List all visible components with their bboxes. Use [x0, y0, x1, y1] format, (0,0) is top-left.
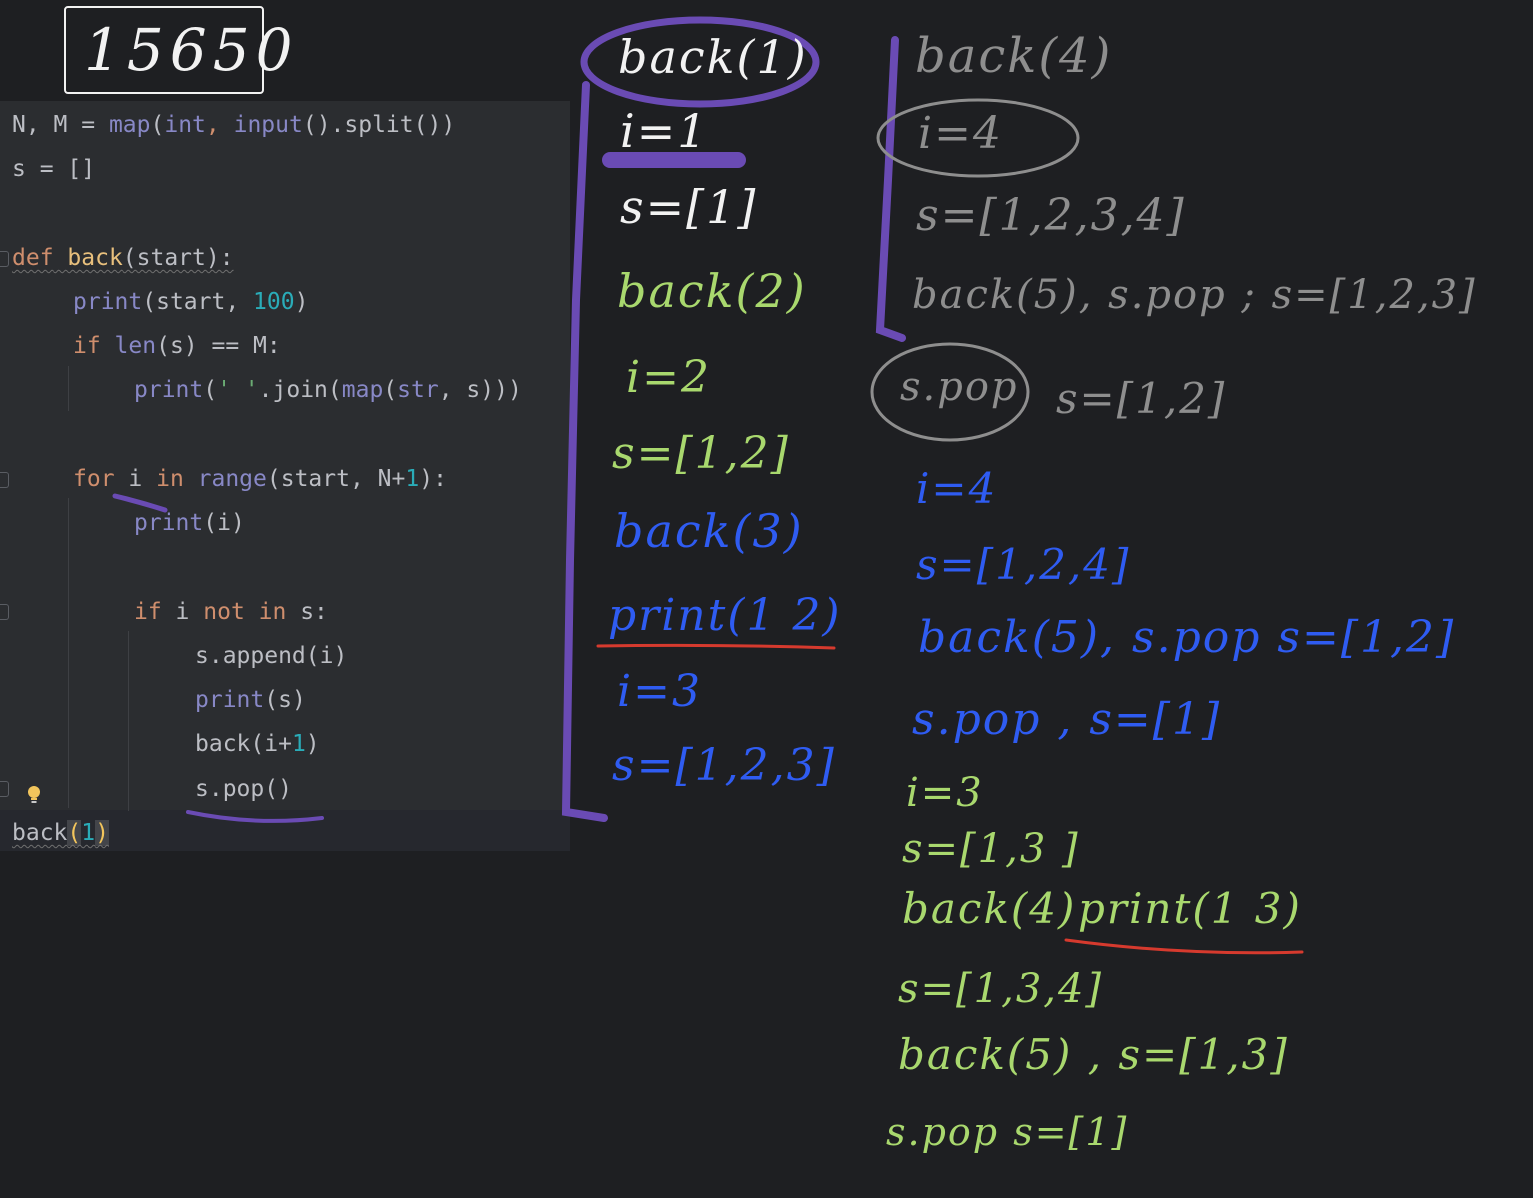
red-underline — [1064, 938, 1304, 955]
problem-number: 15650 — [84, 16, 299, 84]
note-back5-pop-blue: back(5), s.pop s=[1,2] — [918, 612, 1456, 663]
code-line-17: back(1) — [12, 820, 109, 846]
note-back4-green: back(4) — [902, 884, 1077, 933]
note-spop-s1: s.pop , s=[1] — [912, 694, 1222, 745]
lightbulb-icon[interactable] — [26, 785, 42, 805]
code-line-15: back(i+1) — [195, 731, 320, 757]
note-s13: s=[1,3 ] — [902, 826, 1080, 872]
note-s12-gray: s=[1,2] — [1056, 374, 1227, 423]
fold-marker[interactable] — [0, 251, 9, 267]
note-i3: i=3 — [617, 666, 702, 717]
note-back5-pop: back(5), s.pop ; s=[1,2,3] — [912, 272, 1477, 318]
note-s124: s=[1,2,4] — [916, 540, 1131, 589]
note-spop-s1-green: s.pop s=[1] — [886, 1110, 1129, 1154]
note-print13: print(1 3) — [1078, 884, 1302, 933]
indent-guide — [128, 631, 129, 811]
note-back1: back(1) — [618, 30, 808, 84]
note-i4: i=4 — [918, 108, 1003, 159]
code-line-9: for i in range(start, N+1): — [73, 466, 447, 492]
note-s12: s=[1,2] — [612, 428, 790, 479]
code-line-7: print(' '.join(map(str, s))) — [134, 377, 522, 403]
note-i3-green: i=3 — [906, 770, 984, 816]
code-line-10: print(i) — [134, 510, 245, 536]
note-i1: i=1 — [620, 104, 709, 158]
red-underline — [596, 643, 836, 650]
note-s134: s=[1,3,4] — [898, 966, 1104, 1012]
problem-number-box: 15650 — [64, 6, 293, 94]
note-s123: s=[1,2,3] — [612, 740, 836, 791]
note-back3: back(3) — [614, 504, 804, 558]
code-line-12: if i not in s: — [134, 599, 328, 625]
fold-marker[interactable] — [0, 604, 9, 620]
code-line-5: print(start, 100) — [73, 289, 309, 315]
code-line-16: s.pop() — [195, 776, 292, 802]
code-line-14: print(s) — [195, 687, 306, 713]
indent-guide — [68, 366, 69, 411]
code-line-13: s.append(i) — [195, 643, 348, 669]
note-back2: back(2) — [617, 264, 807, 318]
note-s1234: s=[1,2,3,4] — [916, 190, 1186, 241]
note-i2: i=2 — [626, 352, 711, 403]
note-s1: s=[1] — [620, 180, 758, 234]
note-back4: back(4) — [915, 28, 1113, 84]
fold-marker[interactable] — [0, 781, 9, 797]
code-line-4: def back(start): — [12, 245, 234, 271]
note-spop: s.pop — [900, 364, 1019, 410]
code-editor[interactable]: N, M = map(int, input().split()) s = [] … — [0, 101, 570, 851]
note-i4-blue: i=4 — [916, 464, 998, 513]
purple-bracket-right — [875, 36, 906, 342]
fold-marker[interactable] — [0, 472, 9, 488]
note-print12: print(1 2) — [608, 590, 842, 641]
screenshot: 15650 N, M = map(int, input().split()) s… — [0, 0, 1533, 1198]
code-line-1: N, M = map(int, input().split()) — [12, 112, 456, 138]
code-line-6: if len(s) == M: — [73, 333, 281, 359]
indent-guide — [68, 498, 69, 808]
code-line-2: s = [] — [12, 156, 96, 182]
note-back5-green: back(5) , s=[1,3] — [898, 1030, 1289, 1079]
purple-bracket-left — [561, 81, 608, 822]
